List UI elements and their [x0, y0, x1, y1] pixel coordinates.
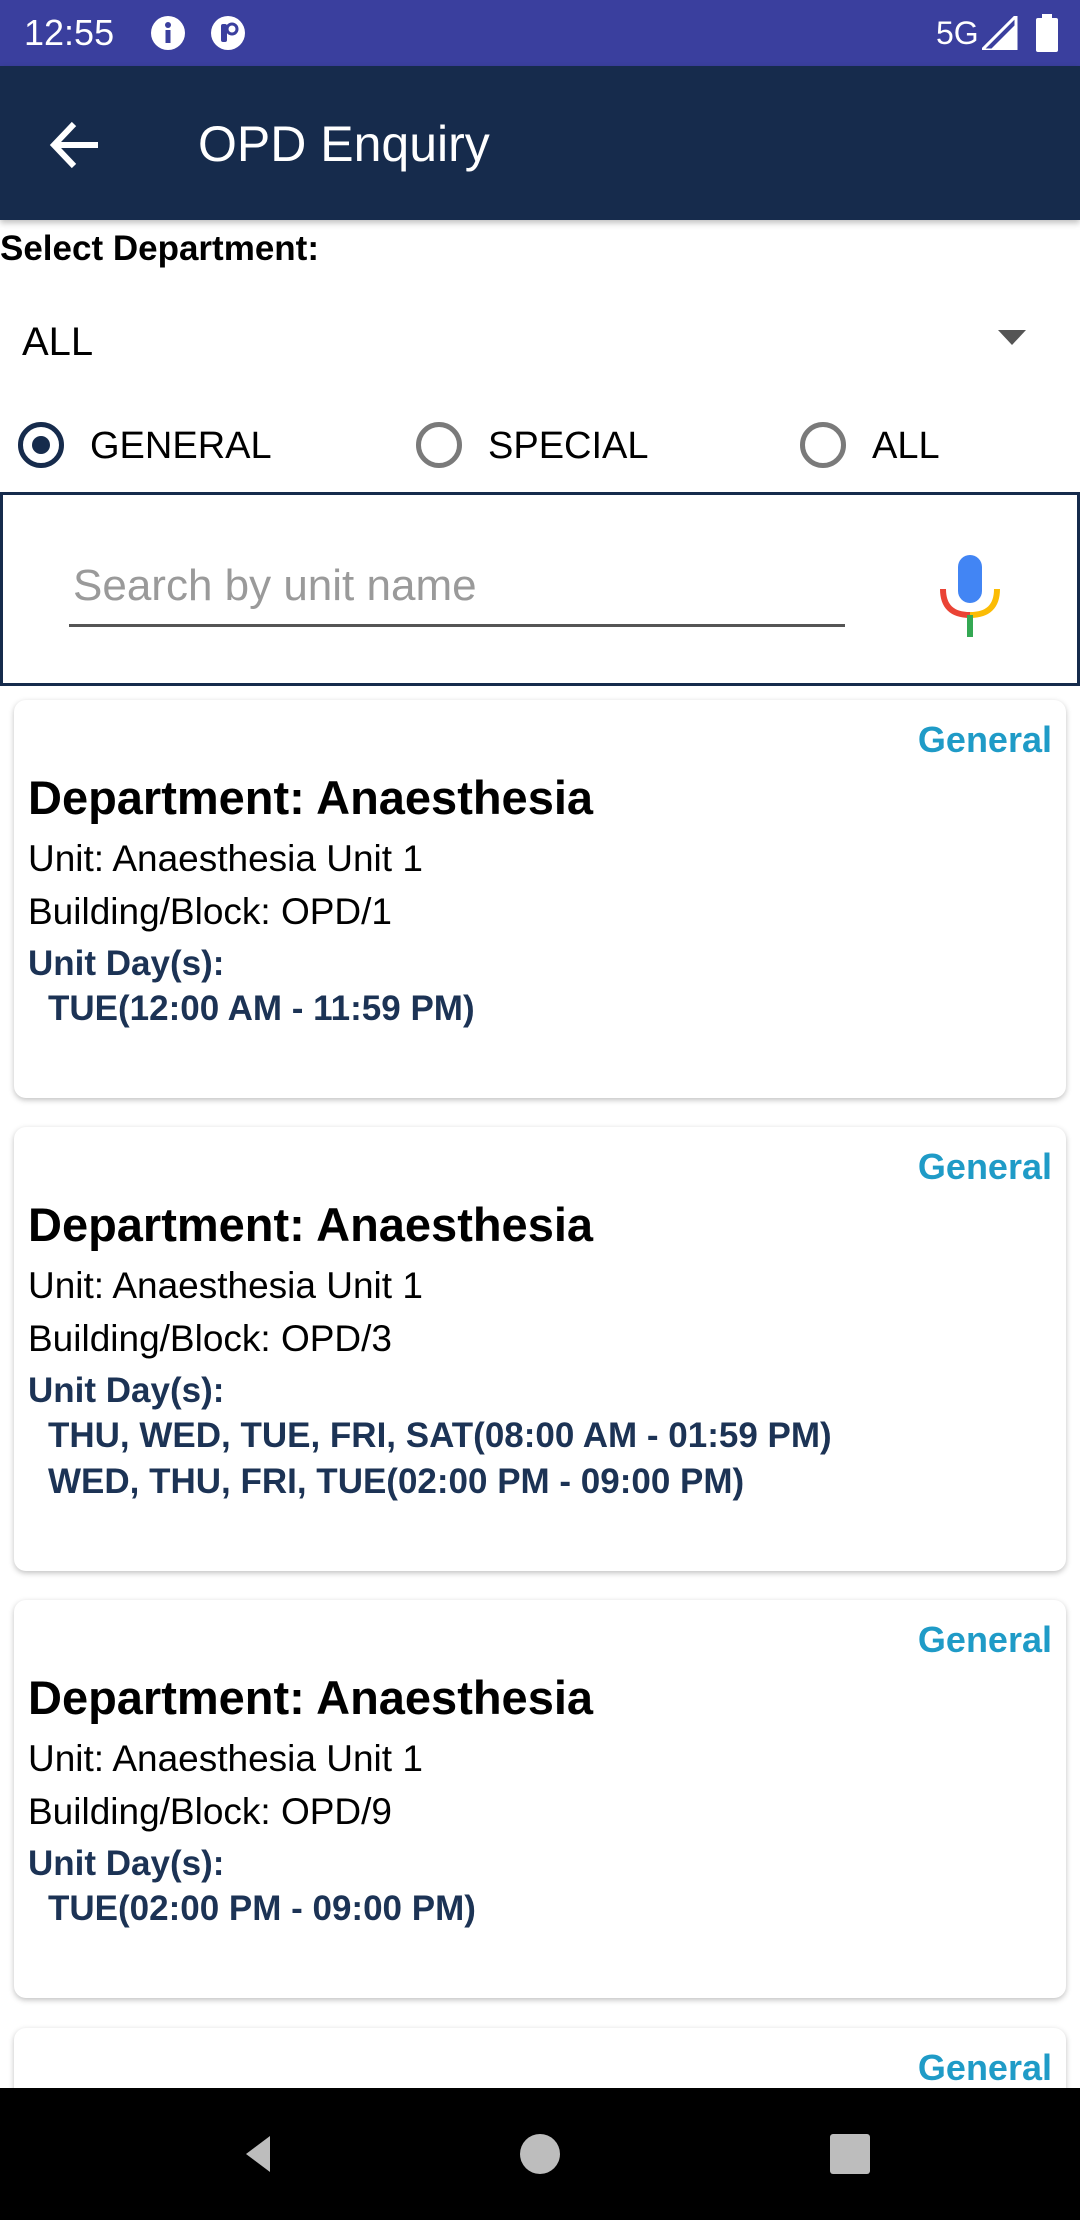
radio-general[interactable]: GENERAL: [18, 420, 338, 480]
unit-schedule: THU, WED, TUE, FRI, SAT(08:00 AM - 01:59…: [48, 1413, 832, 1505]
page-title: OPD Enquiry: [198, 116, 490, 172]
radio-unchecked-icon: [416, 422, 462, 468]
radio-all[interactable]: ALL: [800, 420, 1000, 480]
system-nav-bar: [0, 2088, 1080, 2220]
department-dropdown[interactable]: ALL: [0, 300, 1080, 384]
app-bar: OPD Enquiry: [0, 66, 1080, 220]
building-block: Building/Block: OPD/3: [28, 1318, 393, 1359]
notification-app-icon: [211, 16, 245, 50]
nav-home-icon[interactable]: [480, 2088, 600, 2220]
arrow-back-icon[interactable]: [40, 110, 110, 180]
battery-icon: [1036, 14, 1058, 52]
department-name: Department: Anaesthesia: [28, 771, 594, 824]
unit-days-label: Unit Day(s):: [28, 1844, 225, 1883]
status-time: 12:55: [24, 12, 115, 53]
radio-checked-icon: [18, 422, 64, 468]
type-badge: General: [917, 719, 1052, 760]
radio-special[interactable]: SPECIAL: [416, 420, 716, 480]
schedule-line: WED, THU, FRI, TUE(02:00 PM - 09:00 PM): [48, 1462, 745, 1501]
unit-name: Unit: Anaesthesia Unit 1: [28, 838, 423, 879]
chevron-down-icon[interactable]: [998, 330, 1026, 345]
nav-back-icon[interactable]: [200, 2088, 320, 2220]
schedule-line: TUE(12:00 AM - 11:59 PM): [48, 989, 475, 1028]
unit-days-label: Unit Day(s):: [28, 944, 225, 983]
search-container: [0, 492, 1080, 686]
search-input[interactable]: [69, 547, 845, 627]
type-badge: General: [917, 2047, 1052, 2088]
department-selected-value: ALL: [22, 320, 94, 364]
info-icon: [151, 16, 185, 50]
unit-card[interactable]: General Department: Anaesthesia Unit: An…: [14, 700, 1066, 1098]
department-name: Department: Anaesthesia: [28, 1198, 594, 1251]
radio-unchecked-icon: [800, 422, 846, 468]
radio-label-all: ALL: [872, 425, 940, 467]
department-label: Select Department:: [0, 229, 319, 268]
building-block: Building/Block: OPD/1: [28, 891, 393, 932]
nav-recents-icon[interactable]: [790, 2088, 910, 2220]
unit-card[interactable]: General Department: Anaesthesia Unit: An…: [14, 1600, 1066, 1998]
radio-label-general: GENERAL: [90, 425, 272, 467]
department-name: Department: Anaesthesia: [28, 1671, 594, 1724]
type-badge: General: [917, 1619, 1052, 1660]
type-badge: General: [917, 1146, 1052, 1187]
radio-label-special: SPECIAL: [488, 425, 649, 467]
unit-days-label: Unit Day(s):: [28, 1371, 225, 1410]
unit-schedule: TUE(02:00 PM - 09:00 PM): [48, 1886, 476, 1932]
unit-name: Unit: Anaesthesia Unit 1: [28, 1738, 423, 1779]
unit-schedule: TUE(12:00 AM - 11:59 PM): [48, 986, 475, 1032]
status-bar: 12:55 5G: [0, 0, 1080, 66]
unit-name: Unit: Anaesthesia Unit 1: [28, 1265, 423, 1306]
schedule-line: THU, WED, TUE, FRI, SAT(08:00 AM - 01:59…: [48, 1416, 832, 1455]
signal-icon: [982, 16, 1018, 50]
microphone-icon[interactable]: [935, 551, 1005, 641]
schedule-line: TUE(02:00 PM - 09:00 PM): [48, 1889, 476, 1928]
building-block: Building/Block: OPD/9: [28, 1791, 393, 1832]
unit-card[interactable]: General Department: Anaesthesia Unit: An…: [14, 1127, 1066, 1571]
network-type: 5G: [936, 15, 979, 51]
